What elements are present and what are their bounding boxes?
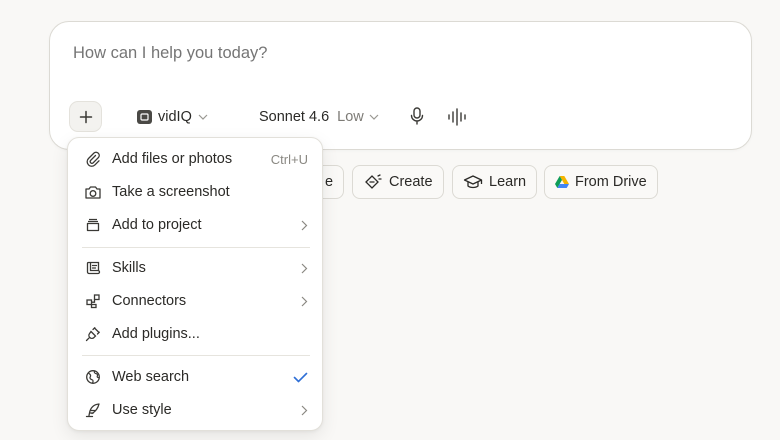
connectors-icon [84,292,102,310]
project-name: vidIQ [158,109,192,125]
menu-separator [82,247,310,248]
camera-icon [84,183,102,201]
add-content-button[interactable] [69,101,102,132]
menu-item-skills[interactable]: Skills [76,253,316,283]
chevron-right-icon [301,405,308,416]
menu-item-use-style[interactable]: Use style [76,395,316,425]
menu-item-add-files[interactable]: Add files or photos Ctrl+U [76,144,316,174]
google-drive-icon [555,176,569,188]
chevron-right-icon [301,220,308,231]
chevron-right-icon [301,296,308,307]
app-stage: vidIQ Sonnet 4.6 Low e [0,0,780,440]
graduation-cap-icon [463,175,483,189]
audio-waveform-icon [448,108,466,126]
paperclip-icon [84,150,102,168]
plug-icon [84,325,102,343]
model-selector[interactable]: Sonnet 4.6 Low [259,107,379,127]
menu-item-web-search[interactable]: Web search [76,362,316,392]
chat-composer: vidIQ Sonnet 4.6 Low [49,21,752,150]
voice-mode-button[interactable] [446,107,470,132]
add-content-menu: Add files or photos Ctrl+U Take a screen… [67,137,323,431]
chevron-down-icon [369,114,379,120]
shortcut-hint: Ctrl+U [270,151,308,167]
message-input[interactable] [73,44,713,63]
menu-separator [82,355,310,356]
model-level: Low [337,109,364,125]
model-name: Sonnet 4.6 [259,109,330,125]
create-icon [365,174,382,189]
plus-icon [79,110,92,123]
learn-chip-label: Learn [489,174,527,190]
checkmark-icon [293,372,308,383]
learn-chip[interactable]: Learn [452,165,538,199]
menu-item-add-plugins[interactable]: Add plugins... [76,319,316,349]
from-drive-chip[interactable]: From Drive [544,165,658,199]
microphone-icon [410,107,424,125]
scroll-icon [84,259,102,277]
chevron-right-icon [301,263,308,274]
project-box-icon [84,216,102,234]
project-icon [137,110,152,124]
project-selector[interactable]: vidIQ [137,107,208,127]
menu-item-take-screenshot[interactable]: Take a screenshot [76,177,316,207]
create-chip[interactable]: Create [352,165,444,199]
chevron-down-icon [198,114,208,120]
menu-item-add-to-project[interactable]: Add to project [76,210,316,240]
menu-item-connectors[interactable]: Connectors [76,286,316,316]
create-chip-label: Create [389,174,433,190]
from-drive-chip-label: From Drive [575,174,647,190]
dictation-button[interactable] [409,106,425,131]
write-chip-label: e [325,174,334,190]
globe-icon [84,368,102,386]
feather-icon [84,401,102,419]
